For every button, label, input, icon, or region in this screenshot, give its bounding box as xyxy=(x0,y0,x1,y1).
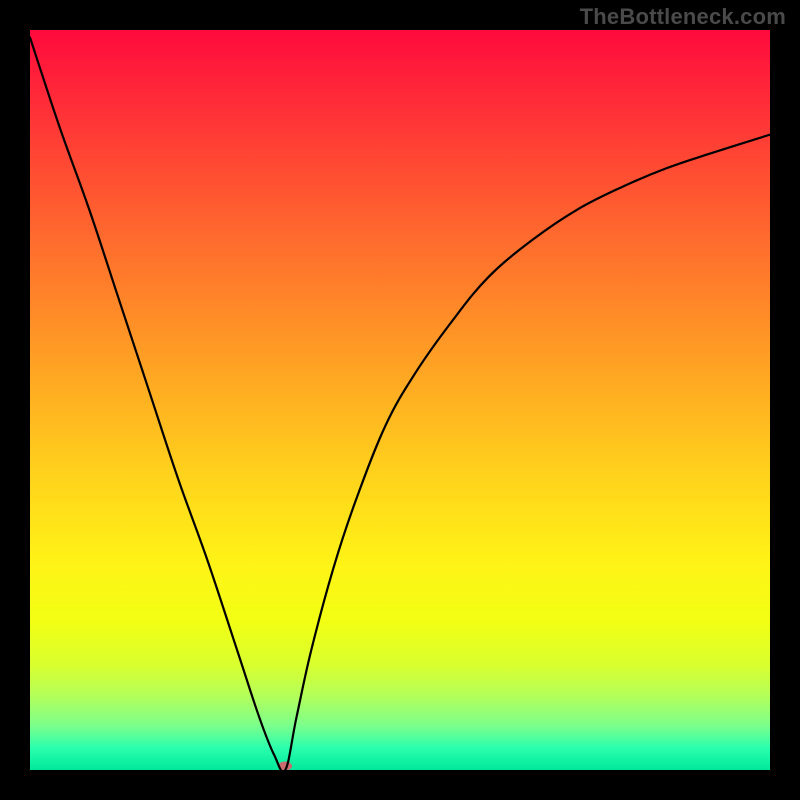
bottleneck-curve xyxy=(30,30,770,770)
plot-area xyxy=(30,30,770,770)
watermark-text: TheBottleneck.com xyxy=(580,4,786,30)
